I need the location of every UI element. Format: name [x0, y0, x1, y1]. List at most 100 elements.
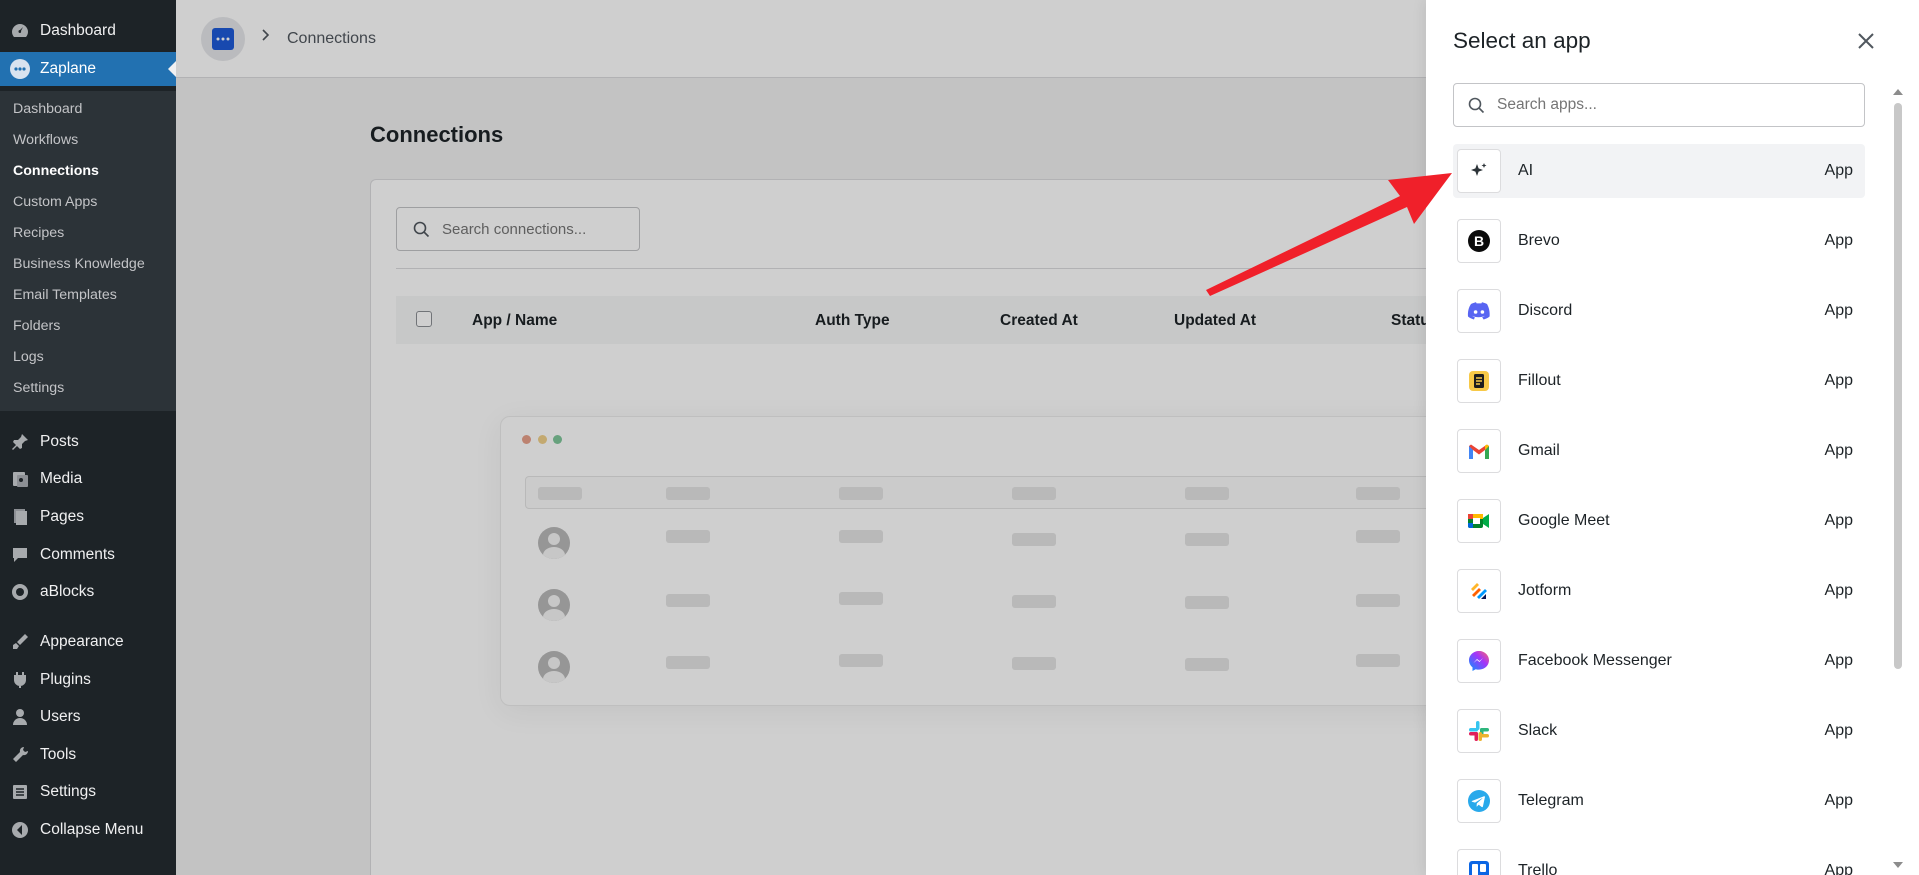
menu-label: Pages — [40, 508, 84, 525]
trello-icon — [1457, 849, 1501, 875]
app-name: Gmail — [1518, 442, 1560, 459]
svg-text:B: B — [1474, 233, 1484, 249]
app-row-jotform[interactable]: Jotform App — [1453, 564, 1865, 618]
zaplane-submenu: Dashboard Workflows Connections Custom A… — [0, 91, 176, 411]
media-icon — [0, 469, 40, 489]
sparkle-icon — [1457, 149, 1501, 193]
app-row-gmail[interactable]: Gmail App — [1453, 424, 1865, 478]
collapse-menu-button[interactable]: Collapse Menu — [0, 813, 176, 847]
menu-label: aBlocks — [40, 583, 95, 600]
menu-label: Settings — [40, 783, 97, 800]
submenu-business-knowledge[interactable]: Business Knowledge — [13, 256, 145, 272]
app-type: App — [1824, 862, 1853, 875]
modal-backdrop[interactable] — [176, 0, 1426, 875]
submenu-custom-apps[interactable]: Custom Apps — [13, 194, 97, 210]
submenu-folders[interactable]: Folders — [13, 318, 60, 334]
menu-label: Comments — [40, 546, 115, 563]
submenu-logs[interactable]: Logs — [13, 349, 44, 365]
search-apps-input[interactable] — [1497, 96, 1827, 114]
menu-zaplane[interactable]: Zaplane — [0, 52, 176, 86]
app-name: Discord — [1518, 302, 1573, 319]
app-list: AI App B Brevo App Discord App Fillout A… — [1453, 143, 1865, 875]
discord-icon — [1457, 289, 1501, 333]
app-name: Google Meet — [1518, 512, 1610, 529]
menu-plugins[interactable]: Plugins — [0, 663, 176, 697]
app-name: Jotform — [1518, 582, 1572, 599]
telegram-icon — [1457, 779, 1501, 823]
menu-ablocks[interactable]: aBlocks — [0, 575, 176, 609]
submenu-dashboard[interactable]: Dashboard — [13, 101, 82, 117]
app-type: App — [1824, 582, 1853, 599]
app-type: App — [1824, 232, 1853, 249]
submenu-settings[interactable]: Settings — [13, 380, 64, 396]
menu-label: Users — [40, 708, 81, 725]
fillout-icon — [1457, 359, 1501, 403]
admin-sidebar: Dashboard Zaplane Dashboard Workflows Co… — [0, 0, 176, 875]
app-row-facebook-messenger[interactable]: Facebook Messenger App — [1453, 634, 1865, 688]
app-row-brevo[interactable]: B Brevo App — [1453, 214, 1865, 268]
app-row-google-meet[interactable]: Google Meet App — [1453, 494, 1865, 548]
comment-icon — [0, 545, 40, 565]
menu-label: Media — [40, 470, 83, 487]
menu-label: Dashboard — [40, 22, 116, 39]
app-row-telegram[interactable]: Telegram App — [1453, 774, 1865, 828]
app-row-slack[interactable]: Slack App — [1453, 704, 1865, 758]
slack-icon — [1457, 709, 1501, 753]
app-type: App — [1824, 442, 1853, 459]
app-name: Telegram — [1518, 792, 1584, 809]
drawer-title: Select an app — [1453, 28, 1591, 53]
app-type: App — [1824, 302, 1853, 319]
app-type: App — [1824, 162, 1853, 179]
menu-posts[interactable]: Posts — [0, 425, 176, 459]
messenger-icon — [1457, 639, 1501, 683]
menu-pages[interactable]: Pages — [0, 500, 176, 534]
app-type: App — [1824, 722, 1853, 739]
menu-appearance[interactable]: Appearance — [0, 625, 176, 659]
menu-label: Appearance — [40, 633, 124, 650]
app-row-ai[interactable]: AI App — [1453, 144, 1865, 198]
menu-label: Tools — [40, 746, 77, 763]
app-type: App — [1824, 372, 1853, 389]
pages-icon — [0, 507, 40, 527]
menu-label: Zaplane — [40, 60, 97, 77]
app-name: Brevo — [1518, 232, 1560, 249]
scrollbar-thumb[interactable] — [1894, 103, 1902, 669]
menu-users[interactable]: Users — [0, 700, 176, 734]
menu-dashboard[interactable]: Dashboard — [0, 14, 176, 48]
scroll-up-arrow-icon[interactable] — [1892, 88, 1904, 98]
menu-media[interactable]: Media — [0, 462, 176, 496]
submenu-workflows[interactable]: Workflows — [13, 132, 78, 148]
scroll-down-arrow-icon[interactable] — [1892, 862, 1904, 872]
menu-label: Plugins — [40, 671, 91, 688]
brush-icon — [0, 632, 40, 652]
brevo-icon: B — [1457, 219, 1501, 263]
close-icon — [1858, 33, 1874, 49]
menu-settings[interactable]: Settings — [0, 775, 176, 809]
blocks-icon — [0, 582, 40, 602]
plug-icon — [0, 670, 40, 690]
close-button[interactable] — [1853, 28, 1879, 54]
app-row-discord[interactable]: Discord App — [1453, 284, 1865, 338]
menu-label: Posts — [40, 433, 79, 450]
jotform-icon — [1457, 569, 1501, 613]
app-type: App — [1824, 512, 1853, 529]
submenu-recipes[interactable]: Recipes — [13, 225, 64, 241]
app-row-trello[interactable]: Trello App — [1453, 844, 1865, 875]
pin-icon — [0, 432, 40, 452]
collapse-icon — [0, 820, 40, 840]
app-type: App — [1824, 792, 1853, 809]
submenu-connections[interactable]: Connections — [13, 163, 99, 179]
app-name: AI — [1518, 162, 1534, 179]
app-name: Trello — [1518, 862, 1558, 875]
search-apps-field[interactable] — [1453, 83, 1865, 127]
submenu-email-templates[interactable]: Email Templates — [13, 287, 117, 303]
user-icon — [0, 707, 40, 727]
search-icon — [1468, 97, 1485, 114]
zaplane-icon — [0, 58, 40, 80]
app-row-fillout[interactable]: Fillout App — [1453, 354, 1865, 408]
menu-comments[interactable]: Comments — [0, 538, 176, 572]
menu-label: Collapse Menu — [40, 821, 144, 838]
menu-tools[interactable]: Tools — [0, 738, 176, 772]
dashboard-icon — [0, 21, 40, 41]
wrench-icon — [0, 745, 40, 765]
